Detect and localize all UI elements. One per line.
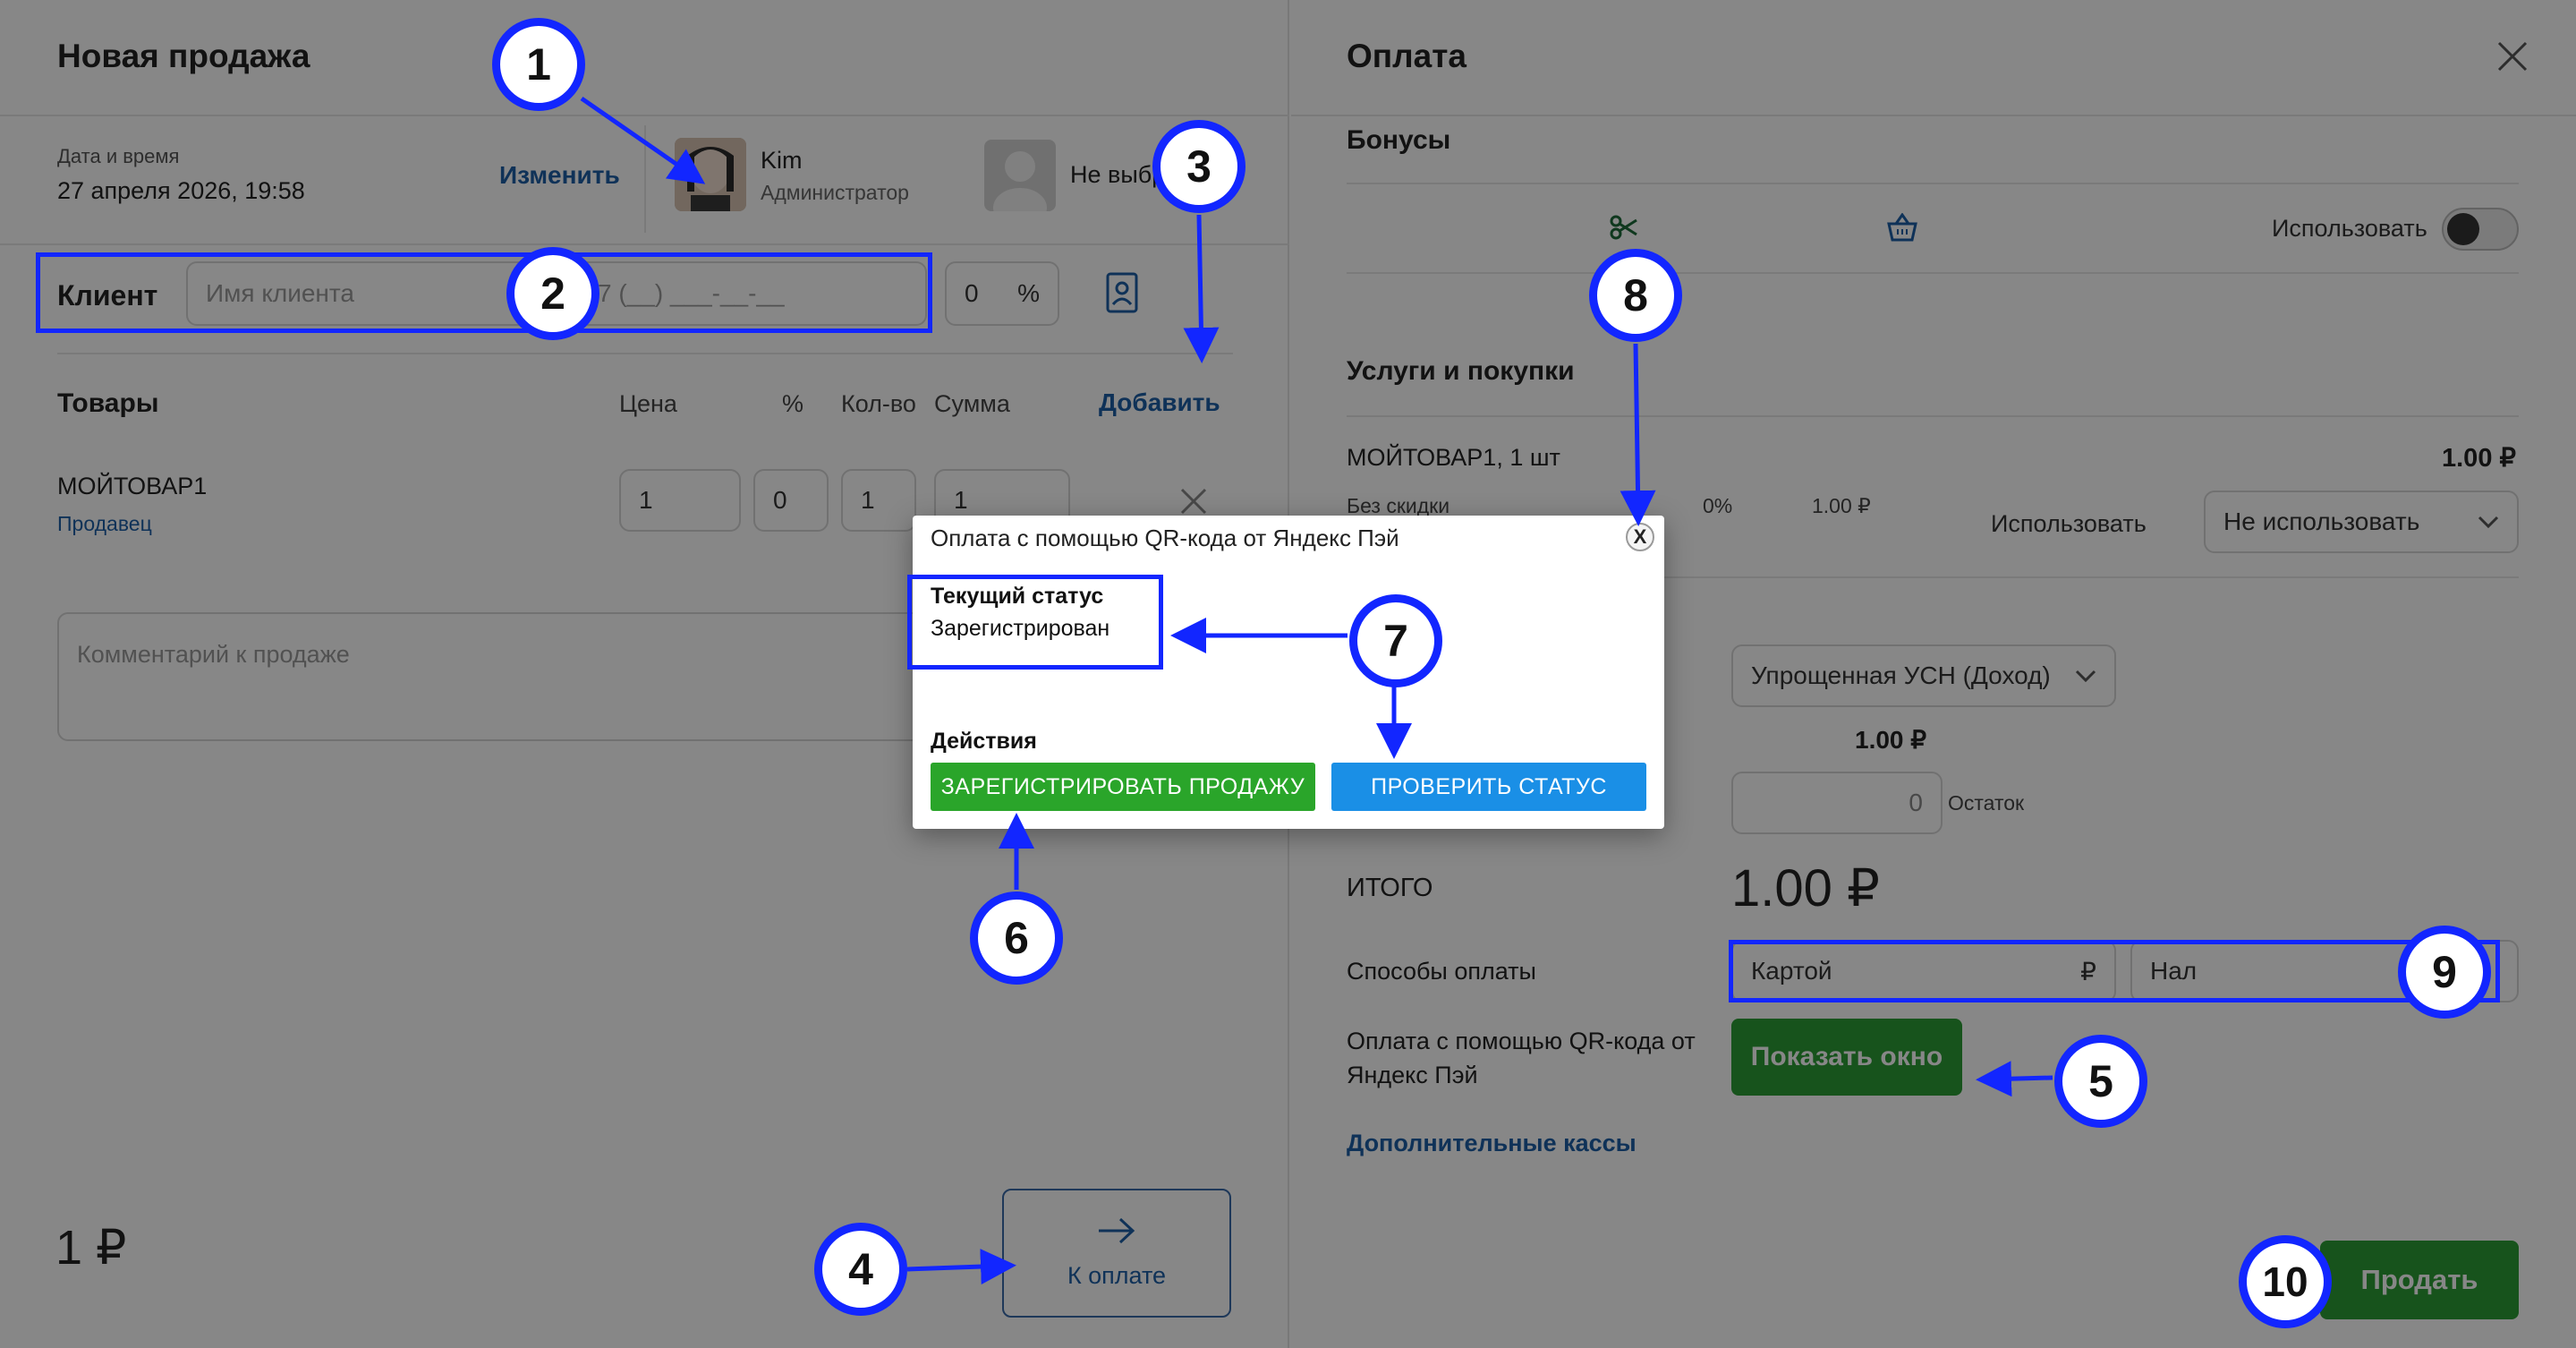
arrow-4	[906, 1249, 1016, 1285]
annotation-1: 1	[492, 18, 585, 111]
annotation-3: 3	[1152, 120, 1245, 213]
arrow-5	[1976, 1061, 2053, 1097]
annotation-6: 6	[970, 892, 1063, 985]
annotation-box-status	[907, 575, 1163, 670]
annotation-arrows	[580, 96, 2053, 1285]
annotation-box-payment-methods	[1729, 940, 2500, 1002]
annotation-5: 5	[2054, 1035, 2147, 1128]
arrow-8	[1620, 343, 1656, 526]
annotation-4: 4	[814, 1223, 907, 1316]
arrow-3	[1183, 214, 1220, 363]
arrow-1	[580, 96, 706, 184]
annotation-10: 10	[2239, 1235, 2332, 1328]
annotation-8: 8	[1589, 249, 1682, 342]
annotation-7: 7	[1349, 594, 1442, 687]
annotation-2: 2	[506, 247, 599, 340]
annotation-9: 9	[2398, 926, 2491, 1019]
annotation-box-client	[36, 252, 932, 333]
